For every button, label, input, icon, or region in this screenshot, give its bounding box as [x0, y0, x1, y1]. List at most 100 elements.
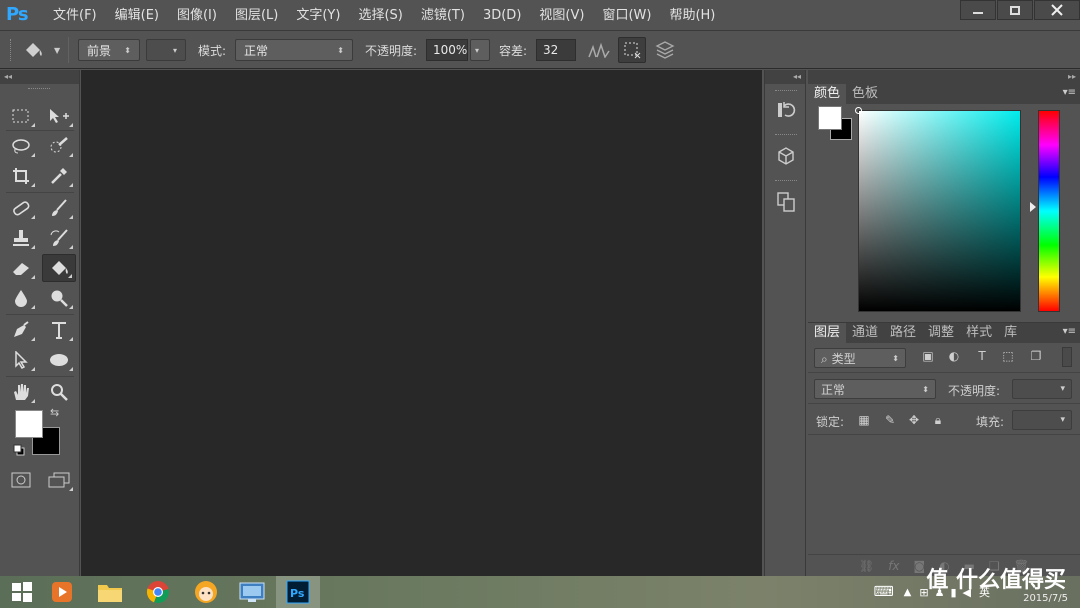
hue-slider[interactable] — [1038, 110, 1060, 312]
link-layers-icon[interactable]: ⛓ — [859, 559, 874, 573]
menu-window[interactable]: 窗口(W) — [593, 0, 660, 31]
opacity-input[interactable]: 100% — [426, 39, 468, 61]
default-colors-icon[interactable] — [13, 444, 25, 456]
filter-pixel-icon[interactable]: ▣ — [920, 348, 936, 364]
tab-swatches[interactable]: 色板 — [846, 84, 884, 104]
clone-stamp-tool[interactable] — [4, 224, 38, 252]
filter-toggle[interactable] — [1062, 347, 1072, 367]
menu-layer[interactable]: 图层(L) — [226, 0, 287, 31]
minimize-button[interactable] — [960, 0, 996, 20]
menu-3d[interactable]: 3D(D) — [474, 0, 530, 31]
tools-panel-grip[interactable] — [28, 88, 50, 91]
taskbar-qq-game[interactable] — [184, 576, 228, 608]
ellipse-tool[interactable] — [42, 346, 76, 374]
move-tool[interactable] — [42, 102, 76, 130]
tab-libraries[interactable]: 库 — [998, 323, 1023, 343]
panel-group-grip[interactable] — [775, 90, 797, 93]
menu-filter[interactable]: 滤镜(T) — [412, 0, 474, 31]
collapse-icon[interactable]: ◂◂ — [4, 72, 12, 81]
document-canvas-area[interactable] — [81, 70, 762, 576]
tab-channels[interactable]: 通道 — [846, 323, 884, 343]
dock-header[interactable]: ▸▸ — [808, 70, 1080, 84]
lasso-tool[interactable] — [4, 132, 38, 160]
color-picker-marker[interactable] — [855, 107, 862, 114]
quick-selection-tool[interactable] — [42, 132, 76, 160]
path-selection-tool[interactable] — [4, 346, 38, 374]
panel-group-grip[interactable] — [775, 134, 797, 137]
eyedropper-tool[interactable] — [42, 162, 76, 190]
fill-source-select[interactable]: 前景 ⬍ — [78, 39, 140, 61]
filter-adjustment-icon[interactable]: ◐ — [946, 348, 962, 364]
saturation-brightness-field[interactable] — [858, 110, 1021, 312]
pen-tool[interactable] — [4, 316, 38, 344]
start-button[interactable] — [0, 576, 44, 608]
menu-file[interactable]: 文件(F) — [44, 0, 106, 31]
crop-tool[interactable] — [4, 162, 38, 190]
marquee-tool[interactable] — [4, 102, 38, 130]
lock-all-icon[interactable]: 🔒︎ — [930, 412, 946, 428]
paint-bucket-tool[interactable] — [42, 254, 76, 282]
swap-colors-icon[interactable]: ⇆ — [50, 406, 59, 419]
filter-shape-icon[interactable]: ⬚ — [1000, 348, 1016, 364]
dodge-tool[interactable] — [42, 284, 76, 312]
show-hidden-icons[interactable]: ▲ — [904, 587, 912, 598]
taskbar-clock[interactable]: 2015/7/5 — [1023, 593, 1068, 604]
brush-tool[interactable] — [42, 194, 76, 222]
strip-header[interactable]: ◂◂ — [765, 70, 805, 84]
taskbar-chrome[interactable] — [136, 576, 180, 608]
opacity-dropdown[interactable]: ▾ — [470, 39, 490, 61]
eraser-tool[interactable] — [4, 254, 38, 282]
anti-alias-toggle[interactable] — [588, 31, 610, 69]
screen-mode-button[interactable] — [42, 466, 76, 494]
panel-foreground-swatch[interactable] — [818, 106, 842, 130]
tool-preset-picker[interactable]: ▼ — [22, 31, 60, 69]
collapse-icon[interactable]: ◂◂ — [793, 72, 801, 81]
all-layers-toggle[interactable] — [654, 31, 676, 69]
options-bar-grip[interactable] — [10, 39, 13, 61]
layer-filter-kind-select[interactable]: ⌕ 类型 ⬍ — [814, 348, 906, 368]
lock-pixels-icon[interactable]: ✎ — [882, 412, 898, 428]
menu-view[interactable]: 视图(V) — [530, 0, 593, 31]
type-tool[interactable] — [42, 316, 76, 344]
menu-edit[interactable]: 编辑(E) — [106, 0, 168, 31]
panel-menu-icon[interactable]: ▾≡ — [1063, 87, 1076, 98]
layer-blend-mode-select[interactable]: 正常 ⬍ — [814, 379, 936, 399]
menu-select[interactable]: 选择(S) — [349, 0, 411, 31]
pattern-picker[interactable]: ▾ — [146, 39, 186, 61]
layer-opacity-input[interactable]: ▾ — [1012, 379, 1072, 399]
panel-menu-icon[interactable]: ▾≡ — [1063, 326, 1076, 337]
tab-color[interactable]: 颜色 — [808, 84, 847, 104]
blur-tool[interactable] — [4, 284, 38, 312]
close-button[interactable] — [1034, 0, 1080, 20]
healing-brush-tool[interactable] — [4, 194, 38, 222]
hand-tool[interactable] — [4, 378, 38, 406]
add-mask-icon[interactable]: ◙ — [914, 559, 926, 573]
taskbar-remote-desktop[interactable] — [230, 576, 274, 608]
tab-layers[interactable]: 图层 — [808, 323, 847, 343]
tab-adjustments[interactable]: 调整 — [922, 323, 960, 343]
tab-paths[interactable]: 路径 — [884, 323, 922, 343]
history-panel-button[interactable] — [771, 96, 801, 124]
keyboard-icon[interactable]: ⌨ — [873, 584, 893, 600]
layers-list[interactable] — [808, 437, 1080, 555]
foreground-color-swatch[interactable] — [15, 410, 43, 438]
zoom-tool[interactable] — [42, 378, 76, 406]
lock-position-icon[interactable]: ✥ — [906, 412, 922, 428]
taskbar-media-player[interactable] — [40, 576, 84, 608]
properties-panel-button[interactable] — [771, 188, 801, 216]
filter-smart-object-icon[interactable]: ❐ — [1028, 348, 1044, 364]
menu-help[interactable]: 帮助(H) — [660, 0, 724, 31]
filter-type-icon[interactable]: T — [974, 348, 990, 364]
tolerance-input[interactable]: 32 — [536, 39, 576, 61]
panel-group-grip[interactable] — [775, 180, 797, 183]
history-brush-tool[interactable] — [42, 224, 76, 252]
blend-mode-select[interactable]: 正常 ⬍ — [235, 39, 353, 61]
taskbar-photoshop[interactable]: Ps — [276, 576, 320, 608]
layer-fill-input[interactable]: ▾ — [1012, 410, 1072, 430]
expand-icon[interactable]: ▸▸ — [1068, 72, 1076, 81]
hue-slider-marker[interactable] — [1030, 202, 1036, 212]
menu-type[interactable]: 文字(Y) — [287, 0, 349, 31]
quick-mask-button[interactable] — [4, 466, 38, 494]
fx-icon[interactable]: fx — [888, 559, 899, 573]
menu-image[interactable]: 图像(I) — [168, 0, 226, 31]
